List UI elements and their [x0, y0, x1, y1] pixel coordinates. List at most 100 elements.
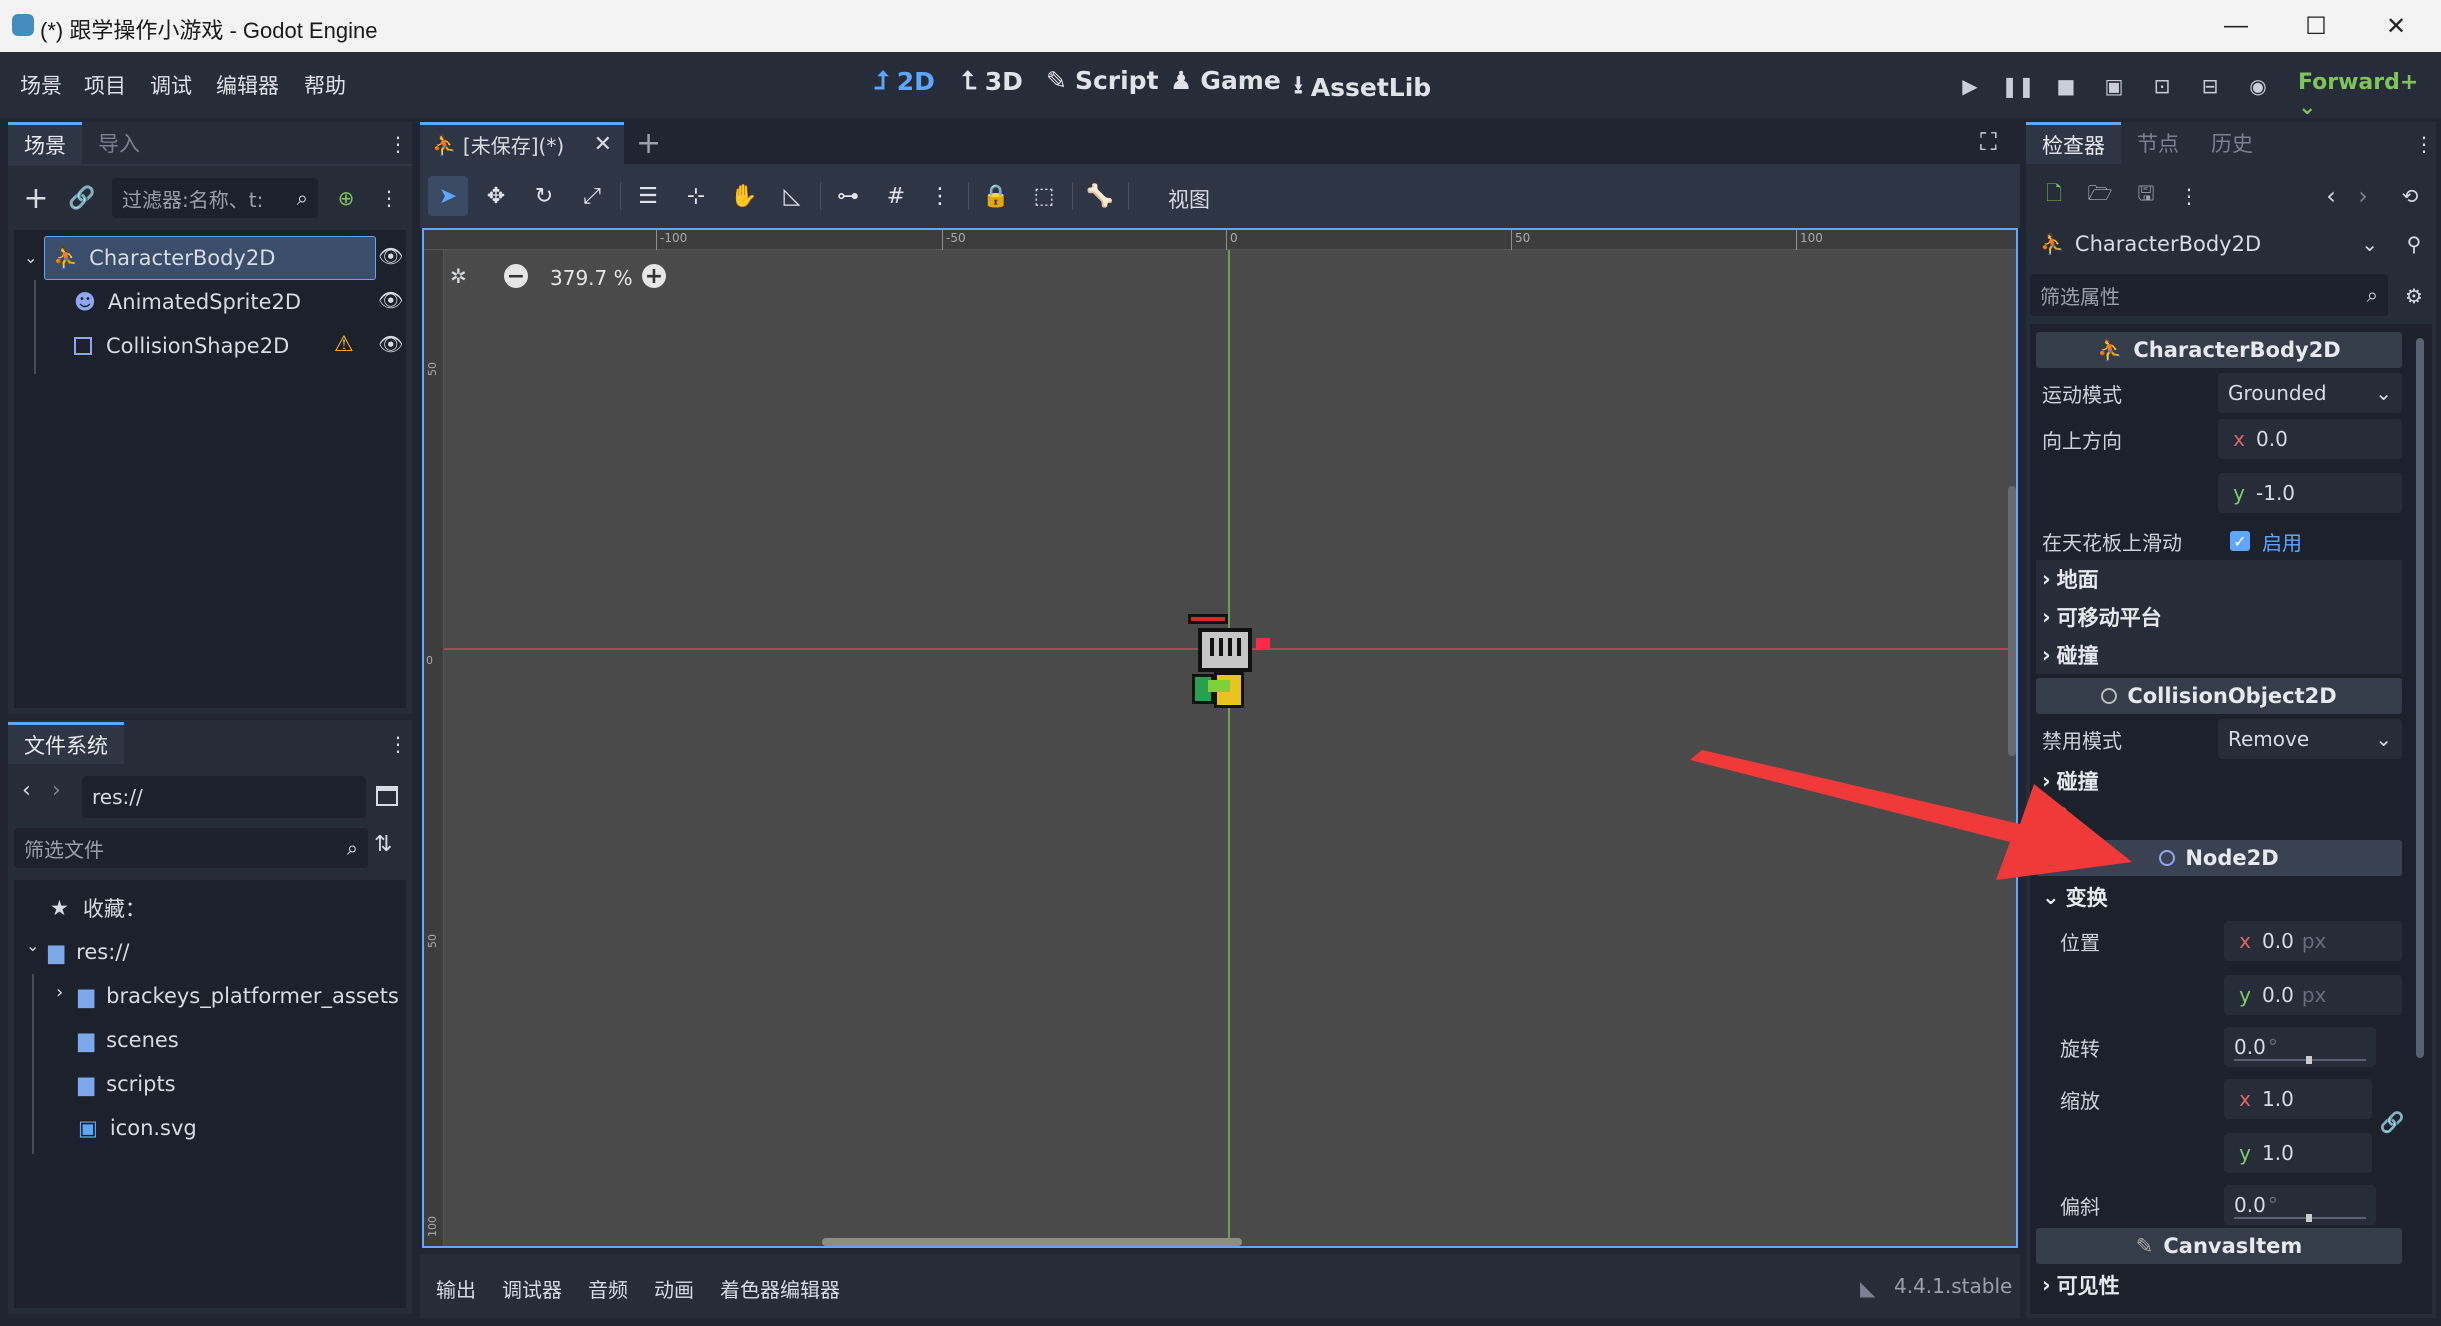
new-resource-icon[interactable]: 🗋: [2036, 178, 2072, 214]
collapse-arrow-icon[interactable]: ⌄: [26, 936, 39, 955]
open-resource-icon[interactable]: 🗁: [2082, 178, 2118, 214]
inspector-scrollbar[interactable]: [2416, 338, 2424, 1058]
rotate-tool-icon[interactable]: ↻: [524, 176, 564, 216]
folder-item-scripts[interactable]: ▆ scripts: [78, 1062, 176, 1106]
dock-menu-icon[interactable]: ⋮: [388, 732, 408, 756]
slider-grabber[interactable]: [2306, 1214, 2312, 1222]
rotation-slider[interactable]: 0.0 °: [2224, 1027, 2376, 1067]
add-tab-icon[interactable]: +: [636, 126, 661, 161]
sort-icon[interactable]: ⇅: [374, 832, 392, 857]
view-menu[interactable]: 视图: [1168, 184, 1210, 214]
tree-item-collisionshape2d[interactable]: CollisionShape2D: [74, 324, 289, 368]
expand-arrow-icon[interactable]: ›: [56, 982, 63, 1003]
smart-snap-icon[interactable]: ⊶: [828, 176, 868, 216]
move-tool-icon[interactable]: ✥: [476, 176, 516, 216]
favorites-item[interactable]: ★ 收藏：: [50, 886, 146, 930]
workspace-2d[interactable]: ⮥ 2D: [874, 66, 935, 96]
group-moving-platform[interactable]: › 可移动平台: [2036, 598, 2402, 636]
scene-tab-unsaved[interactable]: ⛹ [未保存](*) ✕: [420, 122, 624, 164]
menu-project[interactable]: 项目: [84, 70, 126, 100]
tree-item-characterbody2d[interactable]: ⛹ CharacterBody2D: [44, 236, 376, 280]
tree-item-animatedsprite2d[interactable]: ☻ AnimatedSprite2D: [74, 280, 301, 324]
zoom-level[interactable]: 379.7 %: [550, 266, 633, 290]
workspace-game[interactable]: ♟ Game: [1170, 66, 1281, 95]
group-floor[interactable]: › 地面: [2036, 560, 2402, 598]
history-forward-icon[interactable]: ›: [2348, 178, 2378, 214]
pause-icon[interactable]: ❚❚: [1998, 68, 2038, 104]
node-selector[interactable]: ⛹ CharacterBody2D ⌄: [2030, 222, 2388, 266]
player-sprite[interactable]: [1186, 614, 1270, 714]
filter-files-input[interactable]: 筛选文件 ⌕: [14, 828, 368, 868]
visibility-eye-icon[interactable]: 👁: [378, 332, 403, 356]
zoom-out-icon[interactable]: −: [504, 264, 528, 289]
scale-tool-icon[interactable]: ⤢: [572, 176, 612, 216]
play-custom-scene-icon[interactable]: ⊟: [2190, 68, 2230, 104]
position-x[interactable]: x 0.0 px: [2224, 921, 2402, 961]
stop-icon[interactable]: ■: [2046, 68, 2086, 104]
slide-ceiling-checkbox[interactable]: ✓: [2230, 531, 2250, 551]
minimize-button[interactable]: —: [2196, 0, 2276, 52]
object-history-icon[interactable]: ⟲: [2392, 178, 2428, 214]
folder-item-scenes[interactable]: ▆ scenes: [78, 1018, 179, 1062]
movie-maker-icon[interactable]: ◉: [2238, 68, 2278, 104]
link-scale-icon[interactable]: 🔗: [2378, 1108, 2406, 1136]
visibility-eye-icon[interactable]: 👁: [378, 244, 403, 268]
pivot-tool-icon[interactable]: ⊹: [676, 176, 716, 216]
select-tool-icon[interactable]: ➤: [428, 176, 468, 216]
warning-icon[interactable]: ⚠: [334, 332, 354, 357]
position-y[interactable]: y 0.0 px: [2224, 975, 2402, 1015]
file-item-icon-svg[interactable]: ▣ icon.svg: [78, 1106, 197, 1150]
instantiate-scene-icon[interactable]: 🔗: [64, 178, 100, 218]
path-input[interactable]: res://: [82, 776, 366, 818]
maximize-button[interactable]: ☐: [2276, 0, 2356, 52]
tab-inspector[interactable]: 检查器: [2026, 122, 2121, 164]
filter-properties-input[interactable]: 筛选属性 ⌕: [2030, 274, 2388, 316]
node-docs-icon[interactable]: ⚲: [2396, 226, 2432, 262]
tab-node[interactable]: 节点: [2121, 122, 2195, 164]
motion-mode-select[interactable]: Grounded ⌄: [2218, 373, 2402, 413]
tab-debugger[interactable]: 调试器: [502, 1274, 562, 1303]
tab-filesystem[interactable]: 文件系统: [8, 722, 124, 764]
property-tools-icon[interactable]: ⚙: [2396, 278, 2432, 314]
close-tab-icon[interactable]: ✕: [594, 132, 612, 157]
center-view-icon[interactable]: ✲: [450, 264, 467, 288]
bone-icon[interactable]: 🦴: [1080, 176, 1120, 216]
menu-debug[interactable]: 调试: [150, 70, 192, 100]
tab-audio[interactable]: 音频: [588, 1274, 628, 1303]
workspace-3d[interactable]: ⮤ 3D: [962, 66, 1023, 96]
play-icon[interactable]: ▶: [1950, 68, 1990, 104]
tab-import[interactable]: 导入: [82, 122, 156, 164]
extra-options-icon[interactable]: ⋮: [2174, 178, 2204, 214]
tab-shader-editor[interactable]: 着色器编辑器: [720, 1274, 840, 1303]
tab-scene[interactable]: 场景: [8, 122, 82, 164]
add-node-icon[interactable]: +: [18, 178, 54, 218]
history-back-icon[interactable]: ‹: [2316, 178, 2346, 214]
folder-item-brackeys[interactable]: ▆ brackeys_platformer_assets: [78, 974, 399, 1018]
attach-script-icon[interactable]: ⊕: [326, 178, 366, 218]
remote-debug-icon[interactable]: ▣: [2094, 68, 2134, 104]
grid-snap-icon[interactable]: #: [876, 176, 916, 216]
ruler-tool-icon[interactable]: ◺: [772, 176, 812, 216]
scale-x[interactable]: x 1.0: [2224, 1079, 2372, 1119]
slider-grabber[interactable]: [2306, 1056, 2312, 1064]
vertical-scrollbar[interactable]: [2008, 486, 2016, 756]
folder-item-res[interactable]: ▆ res://: [48, 930, 129, 974]
back-icon[interactable]: ‹: [22, 778, 31, 803]
visibility-eye-icon[interactable]: 👁: [378, 288, 403, 312]
save-resource-icon[interactable]: 🖫: [2128, 178, 2164, 214]
pan-tool-icon[interactable]: ✋: [724, 176, 764, 216]
up-direction-y[interactable]: y -1.0: [2218, 473, 2402, 513]
close-button[interactable]: ✕: [2356, 0, 2436, 52]
skew-slider[interactable]: 0.0 °: [2224, 1185, 2376, 1225]
up-direction-x[interactable]: x 0.0: [2218, 419, 2402, 459]
dock-menu-icon[interactable]: ⋮: [388, 132, 408, 156]
tab-animation[interactable]: 动画: [654, 1274, 694, 1303]
menu-help[interactable]: 帮助: [304, 70, 346, 100]
workspace-assetlib[interactable]: ⭳ AssetLib: [1294, 66, 1431, 109]
split-view-icon[interactable]: [376, 786, 398, 806]
workspace-script[interactable]: ✎ Script: [1046, 66, 1159, 95]
zoom-in-icon[interactable]: +: [642, 264, 666, 289]
distraction-free-icon[interactable]: ⛶: [1980, 128, 1997, 156]
lock-icon[interactable]: 🔒: [976, 176, 1016, 216]
renderer-selector[interactable]: Forward+ ⌄: [2298, 70, 2441, 120]
